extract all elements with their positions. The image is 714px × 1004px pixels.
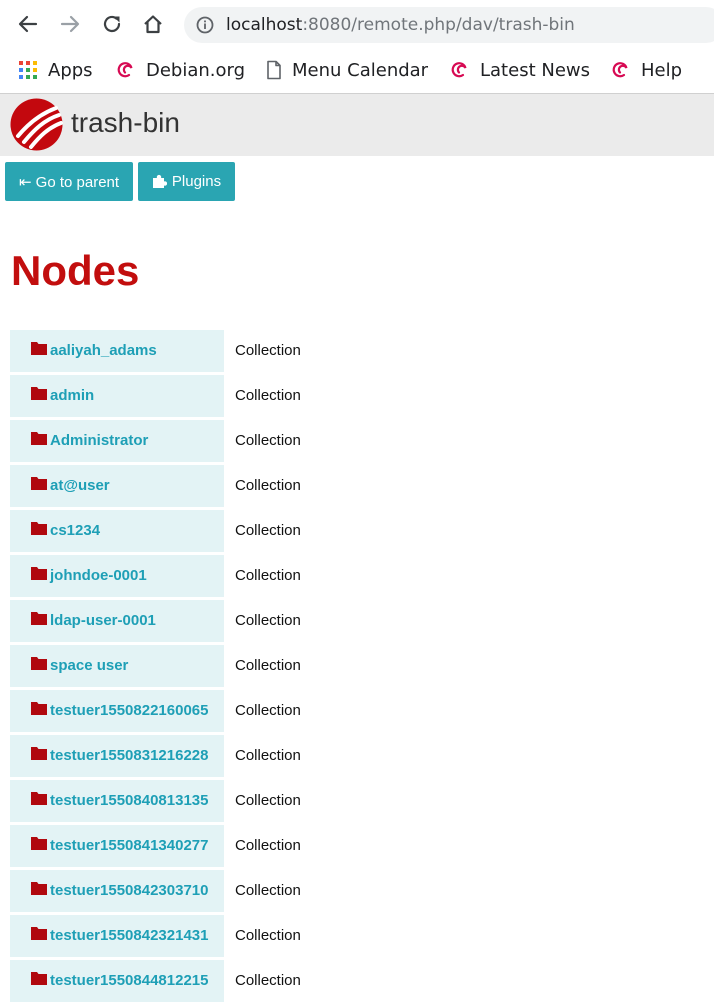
node-name-cell: ldap-user-0001 xyxy=(10,600,224,642)
url-host: localhost xyxy=(226,15,303,35)
debian-swirl-icon xyxy=(612,62,628,78)
bookmark-label: Latest News xyxy=(480,59,590,81)
node-type: Collection xyxy=(235,837,301,854)
node-link[interactable]: aaliyah_adams xyxy=(50,330,157,372)
bookmark-apps[interactable]: Apps xyxy=(18,50,93,90)
node-name-cell: testuer1550831216228 xyxy=(10,735,224,777)
go-to-parent-button[interactable]: ⇤ Go to parent xyxy=(5,162,133,201)
page-icon xyxy=(267,60,281,80)
node-type: Collection xyxy=(235,387,301,404)
node-name-cell: Administrator xyxy=(10,420,224,462)
puzzle-piece-icon xyxy=(152,174,167,188)
node-name-cell: testuer1550842303710 xyxy=(10,870,224,912)
plugins-button[interactable]: Plugins xyxy=(138,162,235,201)
folder-icon xyxy=(31,971,47,990)
back-arrow-icon xyxy=(18,15,38,33)
node-name-cell: at@user xyxy=(10,465,224,507)
reload-icon xyxy=(103,15,121,33)
bookmark-label: Menu Calendar xyxy=(292,59,429,81)
node-type: Collection xyxy=(235,522,301,539)
node-link[interactable]: testuer1550840813135 xyxy=(50,780,208,822)
address-bar[interactable]: localhost:8080/remote.php/dav/trash-bin xyxy=(184,7,714,43)
node-name-cell: admin xyxy=(10,375,224,417)
node-name-cell: cs1234 xyxy=(10,510,224,552)
go-to-parent-label: ⇤ Go to parent xyxy=(18,173,120,191)
folder-icon xyxy=(31,476,47,495)
node-name-cell: testuer1550842321431 xyxy=(10,915,224,957)
node-type: Collection xyxy=(235,702,301,719)
home-icon xyxy=(144,15,162,34)
node-type: Collection xyxy=(235,747,301,764)
node-type: Collection xyxy=(235,882,301,899)
node-name-cell: testuer1550841340277 xyxy=(10,825,224,867)
folder-icon xyxy=(31,656,47,675)
folder-icon xyxy=(31,881,47,900)
plugins-label: Plugins xyxy=(171,173,222,190)
bookmark-help[interactable]: Help xyxy=(611,50,682,90)
folder-icon xyxy=(31,746,47,765)
node-name-cell: testuer1550822160065 xyxy=(10,690,224,732)
node-link[interactable]: admin xyxy=(50,375,94,417)
node-link[interactable]: testuer1550831216228 xyxy=(50,735,208,777)
node-link[interactable]: testuer1550841340277 xyxy=(50,825,208,867)
debian-swirl-icon xyxy=(451,62,467,78)
node-type: Collection xyxy=(235,432,301,449)
node-name-cell: johndoe-0001 xyxy=(10,555,224,597)
node-link[interactable]: cs1234 xyxy=(50,510,100,552)
node-type: Collection xyxy=(235,972,301,989)
bookmark-label: Debian.org xyxy=(146,59,246,81)
folder-icon xyxy=(31,791,47,810)
node-type: Collection xyxy=(235,927,301,944)
back-button[interactable] xyxy=(15,11,41,37)
node-type: Collection xyxy=(235,657,301,674)
node-link[interactable]: Administrator xyxy=(50,420,148,462)
home-button[interactable] xyxy=(140,11,166,37)
folder-icon xyxy=(31,836,47,855)
folder-icon xyxy=(31,341,47,360)
bookmark-menu-calendar[interactable]: Menu Calendar xyxy=(266,50,428,90)
node-type: Collection xyxy=(235,567,301,584)
folder-icon xyxy=(31,611,47,630)
node-type: Collection xyxy=(235,792,301,809)
node-link[interactable]: testuer1550822160065 xyxy=(50,690,208,732)
debian-swirl-icon xyxy=(117,62,133,78)
node-type: Collection xyxy=(235,477,301,494)
node-type: Collection xyxy=(235,612,301,629)
folder-icon xyxy=(31,431,47,450)
node-name-cell: testuer1550844812215 xyxy=(10,960,224,1002)
apps-grid-icon xyxy=(19,61,37,79)
node-link[interactable]: johndoe-0001 xyxy=(50,555,147,597)
node-name-cell: aaliyah_adams xyxy=(10,330,224,372)
url-path: :8080/remote.php/dav/trash-bin xyxy=(302,15,575,35)
bookmarks-bar: Apps Debian.org Menu Calendar Latest New… xyxy=(0,50,714,94)
browser-toolbar: localhost:8080/remote.php/dav/trash-bin xyxy=(0,0,714,50)
forward-arrow-icon xyxy=(60,15,80,33)
node-link[interactable]: space user xyxy=(50,645,128,687)
nodes-heading: Nodes xyxy=(11,247,140,294)
node-type: Collection xyxy=(235,342,301,359)
forward-button[interactable] xyxy=(57,11,83,37)
folder-icon xyxy=(31,521,47,540)
node-name-cell: testuer1550840813135 xyxy=(10,780,224,822)
folder-icon xyxy=(31,566,47,585)
folder-icon xyxy=(31,386,47,405)
node-link[interactable]: ldap-user-0001 xyxy=(50,600,156,642)
sabredav-logo-icon xyxy=(10,98,63,151)
node-link[interactable]: at@user xyxy=(50,465,110,507)
node-link[interactable]: testuer1550842321431 xyxy=(50,915,208,957)
bookmark-latest-news[interactable]: Latest News xyxy=(450,50,590,90)
page-title: trash-bin xyxy=(71,107,180,138)
bookmark-label: Apps xyxy=(48,59,93,81)
folder-icon xyxy=(31,701,47,720)
reload-button[interactable] xyxy=(99,11,125,37)
folder-icon xyxy=(31,926,47,945)
bookmark-debian[interactable]: Debian.org xyxy=(116,50,245,90)
node-name-cell: space user xyxy=(10,645,224,687)
node-link[interactable]: testuer1550842303710 xyxy=(50,870,208,912)
bookmark-label: Help xyxy=(641,59,683,81)
url-text[interactable]: localhost:8080/remote.php/dav/trash-bin xyxy=(226,7,575,43)
node-link[interactable]: testuer1550844812215 xyxy=(50,960,208,1002)
page-header: trash-bin xyxy=(0,94,714,156)
info-icon xyxy=(196,16,214,34)
